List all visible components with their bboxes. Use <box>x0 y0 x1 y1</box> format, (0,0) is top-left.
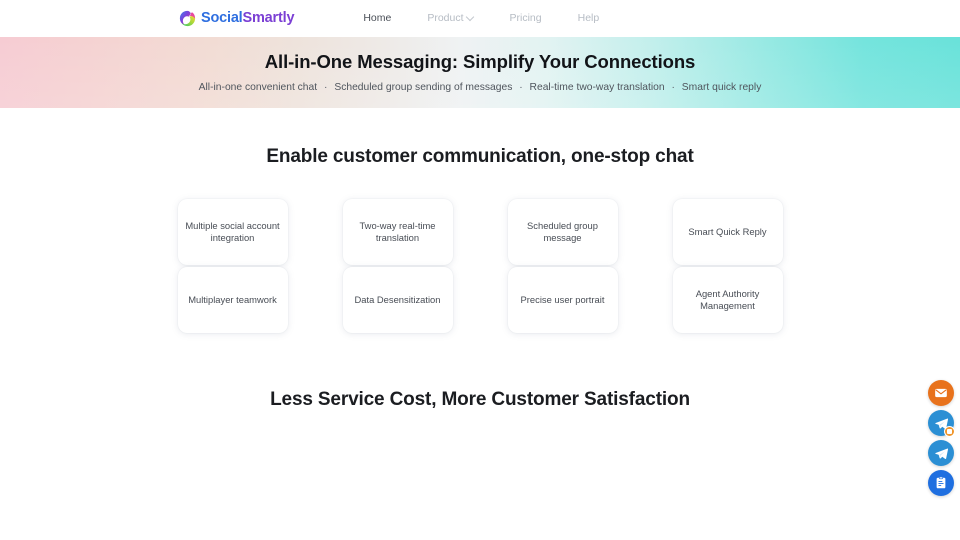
feature-cards-grid: Multiple social account integration Mult… <box>0 199 960 333</box>
nav-inner: SocialSmartly Home Product Pricing Help <box>0 9 960 28</box>
feature-column-2: Two-way real-time translation Data Desen… <box>342 199 453 333</box>
hero-subtitle-part-2: Scheduled group sending of messages <box>334 81 513 93</box>
hero-subtitle-part-1: All-in-one convenient chat <box>198 81 318 93</box>
feature-card-data-desensitization[interactable]: Data Desensitization <box>342 267 453 333</box>
swirl-logo-icon <box>179 10 196 27</box>
feature-card-multiplayer-teamwork[interactable]: Multiplayer teamwork <box>177 267 288 333</box>
floating-action-button-stack <box>928 380 955 496</box>
brand-logo[interactable]: SocialSmartly <box>178 9 295 28</box>
feature-card-smart-quick-reply[interactable]: Smart Quick Reply <box>672 199 783 265</box>
top-navigation-bar: SocialSmartly Home Product Pricing Help <box>0 0 960 37</box>
feature-card-two-way-real-time-translation[interactable]: Two-way real-time translation <box>342 199 453 265</box>
hero-title: All-in-One Messaging: Simplify Your Conn… <box>264 51 696 73</box>
hero-subtitle-part-3: Real-time two-way translation <box>529 81 665 93</box>
nav-item-help[interactable]: Help <box>560 13 618 24</box>
hero-subtitle-separator-2: · <box>519 81 523 93</box>
brand-name-primary: Social <box>201 10 243 27</box>
notification-badge-icon <box>944 426 955 437</box>
hero-banner: All-in-One Messaging: Simplify Your Conn… <box>0 37 960 108</box>
feature-card-label: Data Desensitization <box>354 293 441 305</box>
feature-card-label: Scheduled group message <box>527 219 598 243</box>
hero-subtitle-separator-1: · <box>324 81 328 93</box>
nav-item-product[interactable]: Product <box>409 13 491 24</box>
feature-card-label: Precise user portrait <box>520 293 605 305</box>
feature-column-3: Scheduled group message Precise user por… <box>507 199 618 333</box>
nav-links: Home Product Pricing Help <box>345 13 617 24</box>
feature-card-multiple-social-account-integration[interactable]: Multiple social account integration <box>177 199 288 265</box>
feature-card-precise-user-portrait[interactable]: Precise user portrait <box>507 267 618 333</box>
feature-column-1: Multiple social account integration Mult… <box>177 199 288 333</box>
feature-card-label: Two-way real-time translation <box>359 219 436 243</box>
main-content: Enable customer communication, one-stop … <box>0 146 960 411</box>
nav-item-pricing[interactable]: Pricing <box>492 13 560 24</box>
feature-card-label: Agent Authority Management <box>695 287 760 311</box>
brand-name: SocialSmartly <box>201 10 295 27</box>
brand-name-secondary: Smartly <box>242 10 295 27</box>
nav-item-home[interactable]: Home <box>345 13 409 24</box>
envelope-icon <box>935 388 947 398</box>
floating-telegram-button-secondary[interactable] <box>928 440 954 466</box>
nav-item-home-label: Home <box>363 12 392 25</box>
nav-item-product-label: Product <box>427 12 464 25</box>
hero-subtitle: All-in-one convenient chat · Scheduled g… <box>199 82 762 93</box>
floating-feedback-button[interactable] <box>928 470 954 496</box>
feature-card-label: Smart Quick Reply <box>688 225 767 237</box>
nav-item-help-label: Help <box>577 12 600 25</box>
feature-card-scheduled-group-message[interactable]: Scheduled group message <box>507 199 618 265</box>
floating-email-button[interactable] <box>928 380 954 406</box>
section-title-value-prop: Less Service Cost, More Customer Satisfa… <box>270 389 690 410</box>
note-edit-icon <box>936 476 946 489</box>
nav-item-pricing-label: Pricing <box>509 12 542 25</box>
hero-subtitle-part-4: Smart quick reply <box>681 81 762 93</box>
feature-card-label: Multiplayer teamwork <box>188 293 277 305</box>
section-title-features: Enable customer communication, one-stop … <box>266 146 694 167</box>
chevron-down-icon <box>467 14 474 21</box>
feature-card-agent-authority-management[interactable]: Agent Authority Management <box>672 267 783 333</box>
telegram-icon <box>934 448 948 459</box>
floating-telegram-button-primary[interactable] <box>928 410 955 437</box>
feature-column-4: Smart Quick Reply Agent Authority Manage… <box>672 199 783 333</box>
hero-subtitle-separator-3: · <box>671 81 675 93</box>
feature-card-label: Multiple social account integration <box>185 219 280 243</box>
